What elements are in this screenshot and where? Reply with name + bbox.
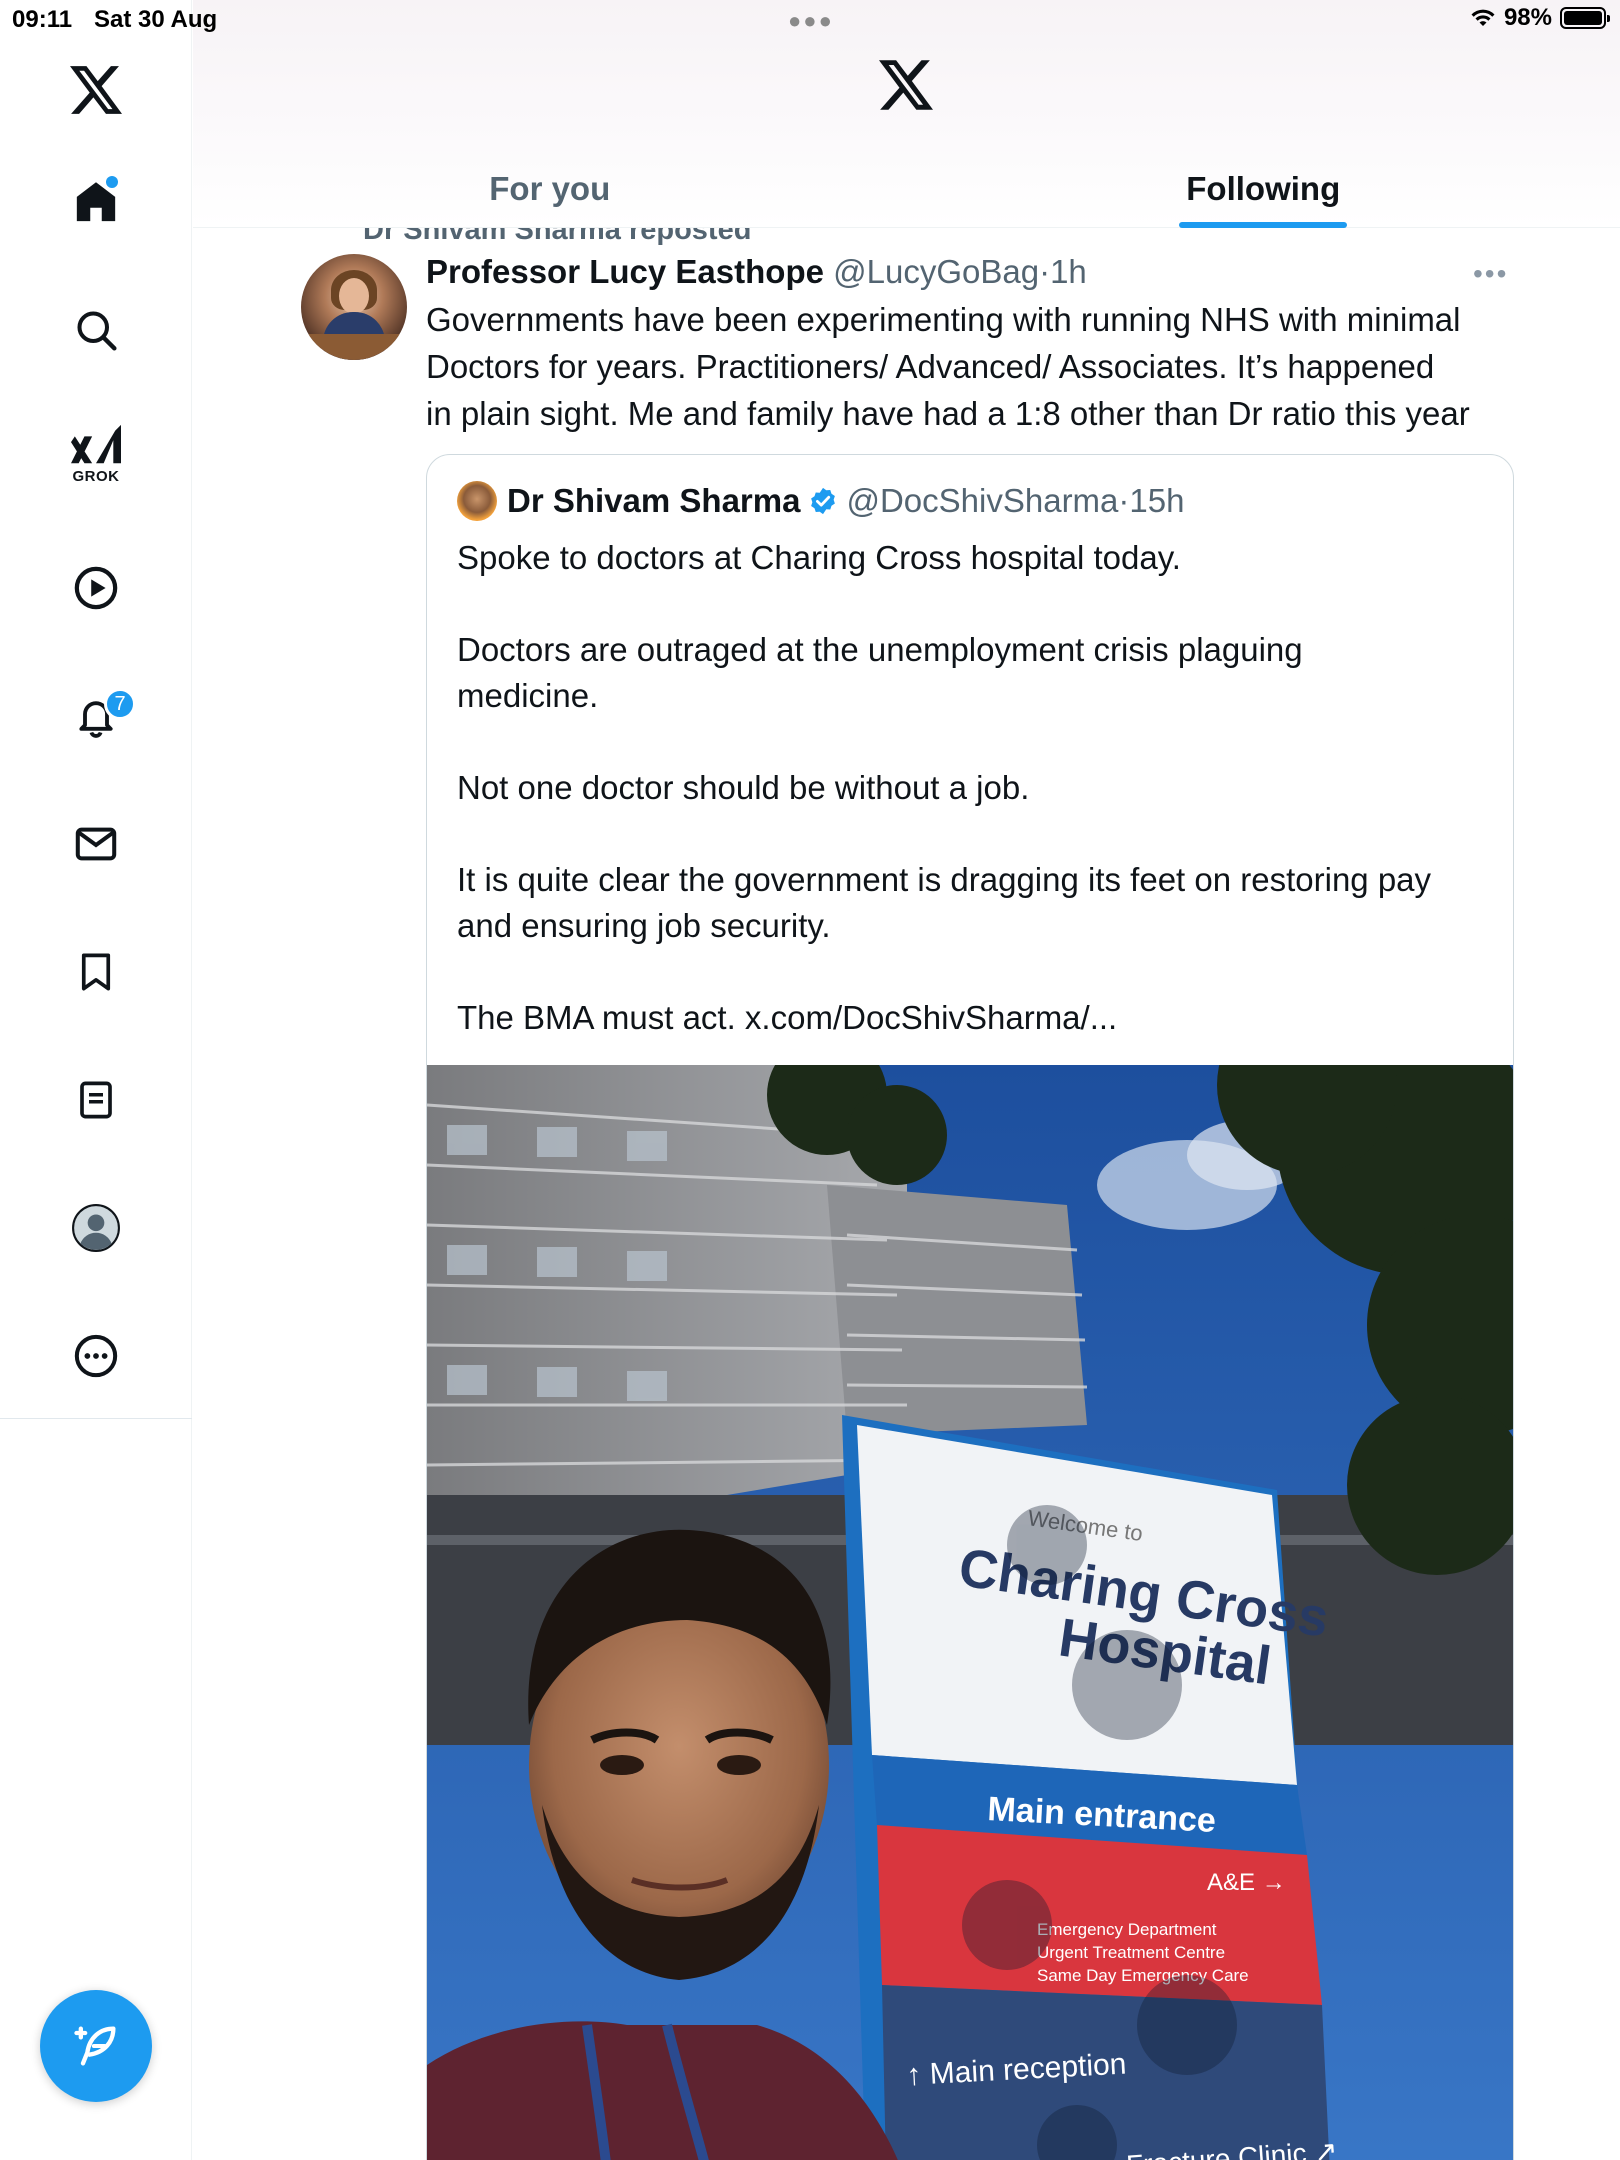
post-more-button[interactable]: •••	[1473, 258, 1508, 290]
quoted-author-handle: @DocShivSharma	[846, 482, 1119, 519]
quoted-time: 15h	[1129, 482, 1185, 519]
quoted-post-text: Spoke to doctors at Charing Cross hospit…	[457, 535, 1477, 1041]
sidebar-item-messages[interactable]	[56, 804, 136, 884]
sign-service: Same Day Emergency Care	[1037, 1966, 1249, 1985]
status-bar: 09:11 Sat 30 Aug ●●● 98%	[0, 0, 1620, 40]
header-x-logo[interactable]	[879, 60, 933, 115]
repost-banner[interactable]: Dr Shivam Sharma reposted	[363, 228, 751, 247]
verified-badge-icon	[811, 487, 836, 515]
avatar-icon	[72, 1204, 120, 1252]
sidebar-item-notifications[interactable]: 7	[56, 676, 136, 756]
repost-banner-text: Dr Shivam Sharma reposted	[363, 228, 752, 246]
quoted-post-header: Dr Shivam Sharma @DocShivSharma · 15h	[457, 481, 1184, 521]
quoted-separator: ·	[1118, 482, 1130, 519]
x-logo-icon	[70, 66, 122, 114]
tab-following-label: Following	[1186, 170, 1341, 207]
status-time: 09:11	[12, 6, 73, 33]
sidebar: GROK 7	[0, 0, 192, 2160]
sidebar-item-video[interactable]	[56, 548, 136, 628]
compose-feather-icon	[74, 2026, 116, 2066]
sidebar-item-bookmarks[interactable]	[56, 932, 136, 1012]
timeline-feed: Dr Shivam Sharma reposted Professor Lucy…	[193, 228, 1620, 2160]
quoted-post-photo[interactable]: Welcome to Charing Cross Hospital Main e…	[427, 1065, 1513, 2160]
quoted-post[interactable]: Dr Shivam Sharma @DocShivSharma · 15h Spok…	[426, 454, 1514, 2160]
multitasking-dots-icon[interactable]: ●●●	[788, 8, 834, 34]
hospital-selfie-image: Welcome to Charing Cross Hospital Main e…	[427, 1065, 1513, 2160]
timeline-tabs: For you Following	[193, 150, 1620, 228]
post-text-line: Governments have been experimenting with…	[426, 301, 1461, 338]
quoted-author-avatar[interactable]	[457, 481, 497, 521]
tab-for-you[interactable]: For you	[193, 150, 907, 228]
post-text-line: Doctors for years. Practitioners/ Advanc…	[426, 348, 1435, 385]
sign-service: Emergency Department	[1037, 1920, 1217, 1939]
more-circle-icon	[74, 1334, 118, 1378]
active-tab-indicator	[1179, 222, 1348, 228]
post-text-line: in plain sight. Me and family have had a…	[426, 395, 1470, 432]
sidebar-divider	[0, 1418, 192, 1419]
battery-percent: 98%	[1503, 4, 1552, 31]
quoted-paragraph: Not one doctor should be without a job.	[457, 769, 1030, 806]
quoted-paragraph: The BMA must act. x.com/DocShivSharma/..…	[457, 999, 1118, 1036]
list-icon	[80, 1081, 112, 1119]
post-author-handle[interactable]: @LucyGoBag	[833, 253, 1039, 290]
quoted-paragraph: Spoke to doctors at Charing Cross hospit…	[457, 539, 1181, 576]
post-time[interactable]: 1h	[1050, 253, 1087, 290]
post-author-avatar[interactable]	[301, 254, 407, 360]
battery-icon	[1560, 7, 1610, 29]
home-new-dot	[106, 176, 118, 188]
sidebar-x-logo[interactable]	[56, 50, 136, 130]
post-header: Professor Lucy Easthope @LucyGoBag·1h	[426, 250, 1087, 294]
bookmark-icon	[81, 953, 111, 991]
quoted-paragraph: It is quite clear the government is drag…	[457, 861, 1432, 944]
sign-service: Urgent Treatment Centre	[1037, 1943, 1225, 1962]
status-date: Sat 30 Aug	[94, 6, 218, 33]
sidebar-item-home[interactable]	[56, 162, 136, 242]
status-right: 98%	[1470, 4, 1610, 32]
quoted-paragraph: Doctors are outraged at the unemployment…	[457, 631, 1303, 714]
compose-button[interactable]	[40, 1990, 152, 2102]
x-logo-icon	[879, 60, 933, 110]
sidebar-item-lists[interactable]	[56, 1060, 136, 1140]
sidebar-item-grok[interactable]: GROK	[56, 414, 136, 494]
sidebar-item-more[interactable]	[56, 1316, 136, 1396]
sign-ae: A&E →	[1207, 1869, 1286, 1896]
sidebar-item-profile[interactable]	[56, 1188, 136, 1268]
grok-label: GROK	[72, 467, 120, 485]
play-icon	[74, 566, 118, 610]
post-author-name[interactable]: Professor Lucy Easthope	[426, 253, 824, 290]
notification-badge: 7	[104, 688, 136, 720]
post-separator: ·	[1039, 253, 1051, 290]
search-icon	[77, 311, 117, 351]
tab-following[interactable]: Following	[907, 150, 1620, 228]
quoted-author-name: Dr Shivam Sharma	[507, 482, 801, 519]
wifi-icon	[1471, 9, 1495, 26]
mail-icon	[75, 827, 117, 861]
tab-for-you-label: For you	[489, 170, 611, 207]
sidebar-item-explore[interactable]	[56, 290, 136, 370]
grok-icon	[71, 424, 121, 463]
post-text: Governments have been experimenting with…	[426, 296, 1516, 437]
